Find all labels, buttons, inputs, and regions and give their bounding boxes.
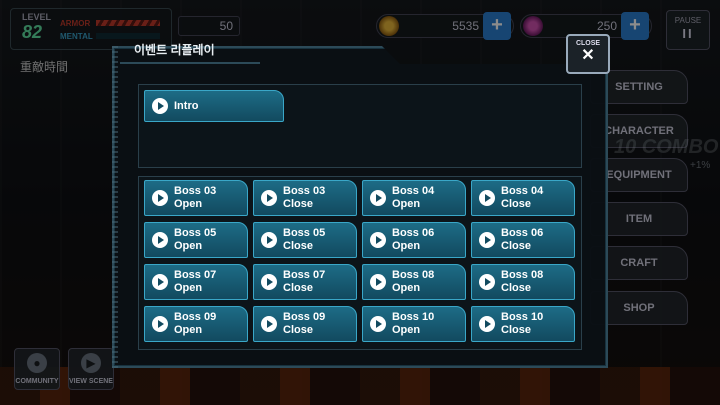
play-icon (261, 190, 277, 206)
replay-label: Boss 08 Close (501, 269, 543, 295)
title-underline (120, 62, 260, 64)
play-icon (479, 316, 495, 332)
replay-event-type: Open (392, 240, 421, 252)
replay-button[interactable]: Boss 07 Close (253, 264, 357, 300)
play-icon (152, 316, 168, 332)
replay-button[interactable]: Boss 10 Open (362, 306, 466, 342)
replay-event-type: Close (283, 198, 313, 210)
replay-event-type: Close (501, 324, 531, 336)
replay-boss-name: Boss 08 (501, 269, 544, 281)
replay-boss-name: Boss 03 (174, 185, 217, 197)
play-icon (152, 190, 168, 206)
replay-boss-name: Boss 07 (283, 269, 326, 281)
replay-button[interactable]: Boss 05 Close (253, 222, 357, 258)
replay-event-type: Open (392, 324, 421, 336)
replay-button[interactable]: Boss 09 Close (253, 306, 357, 342)
replay-button[interactable]: Boss 03 Open (144, 180, 248, 216)
replay-label: Boss 03 Open (174, 185, 216, 211)
replay-label: Boss 07 Close (283, 269, 325, 295)
replay-label: Boss 06 Open (392, 227, 434, 253)
replay-button[interactable]: Boss 08 Close (471, 264, 575, 300)
replay-event-type: Open (174, 240, 203, 252)
play-icon (479, 232, 495, 248)
replay-boss-name: Boss 03 (283, 185, 326, 197)
replay-button[interactable]: Boss 04 Open (362, 180, 466, 216)
play-icon (370, 274, 386, 290)
replay-label: Boss 08 Open (392, 269, 434, 295)
play-icon (152, 274, 168, 290)
dialog-edge-stripe (112, 46, 118, 368)
replay-event-type: Close (283, 240, 313, 252)
close-button[interactable]: CLOSE ✕ (566, 34, 610, 74)
replay-button[interactable]: Boss 05 Open (144, 222, 248, 258)
replay-label: Boss 04 Close (501, 185, 543, 211)
dialog-title: 이벤트 리플레이 (134, 43, 215, 57)
play-icon (370, 316, 386, 332)
play-icon (479, 190, 495, 206)
replay-boss-name: Boss 10 (501, 311, 544, 323)
replay-event-type: Close (501, 198, 531, 210)
replay-event-type: Close (283, 282, 313, 294)
replay-label: Boss 10 Open (392, 311, 434, 337)
replay-boss-name: Boss 10 (392, 311, 435, 323)
replay-event-type: Open (392, 282, 421, 294)
replay-label: Boss 10 Close (501, 311, 543, 337)
replay-label: Boss 05 Open (174, 227, 216, 253)
intro-label: Intro (174, 100, 199, 112)
replay-button[interactable]: Boss 09 Open (144, 306, 248, 342)
replay-boss-name: Boss 05 (174, 227, 217, 239)
intro-button[interactable]: Intro (144, 90, 284, 122)
play-icon (152, 98, 168, 114)
replay-button[interactable]: Boss 04 Close (471, 180, 575, 216)
play-icon (370, 232, 386, 248)
play-icon (152, 232, 168, 248)
replay-boss-name: Boss 05 (283, 227, 326, 239)
replay-event-type: Open (174, 198, 203, 210)
replay-label: Boss 09 Open (174, 311, 216, 337)
play-icon (261, 316, 277, 332)
replay-boss-name: Boss 09 (283, 311, 326, 323)
close-icon: ✕ (581, 47, 595, 64)
replay-boss-name: Boss 07 (174, 269, 217, 281)
replay-boss-name: Boss 08 (392, 269, 435, 281)
replay-button[interactable]: Boss 07 Open (144, 264, 248, 300)
replay-event-type: Open (174, 282, 203, 294)
replay-event-type: Open (392, 198, 421, 210)
replay-button[interactable]: Boss 06 Close (471, 222, 575, 258)
replay-button[interactable]: Boss 10 Close (471, 306, 575, 342)
play-icon (479, 274, 495, 290)
replay-label: Boss 03 Close (283, 185, 325, 211)
replay-label: Boss 05 Close (283, 227, 325, 253)
replay-event-type: Close (283, 324, 313, 336)
replay-boss-name: Boss 06 (501, 227, 544, 239)
replay-boss-name: Boss 04 (501, 185, 544, 197)
replay-label: Boss 06 Close (501, 227, 543, 253)
replay-event-type: Close (501, 240, 531, 252)
replay-button[interactable]: Boss 06 Open (362, 222, 466, 258)
replay-boss-name: Boss 06 (392, 227, 435, 239)
replay-label: Boss 09 Close (283, 311, 325, 337)
replay-boss-name: Boss 04 (392, 185, 435, 197)
replay-event-type: Open (174, 324, 203, 336)
replay-boss-name: Boss 09 (174, 311, 217, 323)
replay-label: Boss 07 Open (174, 269, 216, 295)
replay-button[interactable]: Boss 03 Close (253, 180, 357, 216)
play-icon (261, 232, 277, 248)
replay-button[interactable]: Boss 08 Open (362, 264, 466, 300)
replay-event-type: Close (501, 282, 531, 294)
play-icon (370, 190, 386, 206)
replay-label: Boss 04 Open (392, 185, 434, 211)
play-icon (261, 274, 277, 290)
close-label: CLOSE (575, 40, 601, 47)
